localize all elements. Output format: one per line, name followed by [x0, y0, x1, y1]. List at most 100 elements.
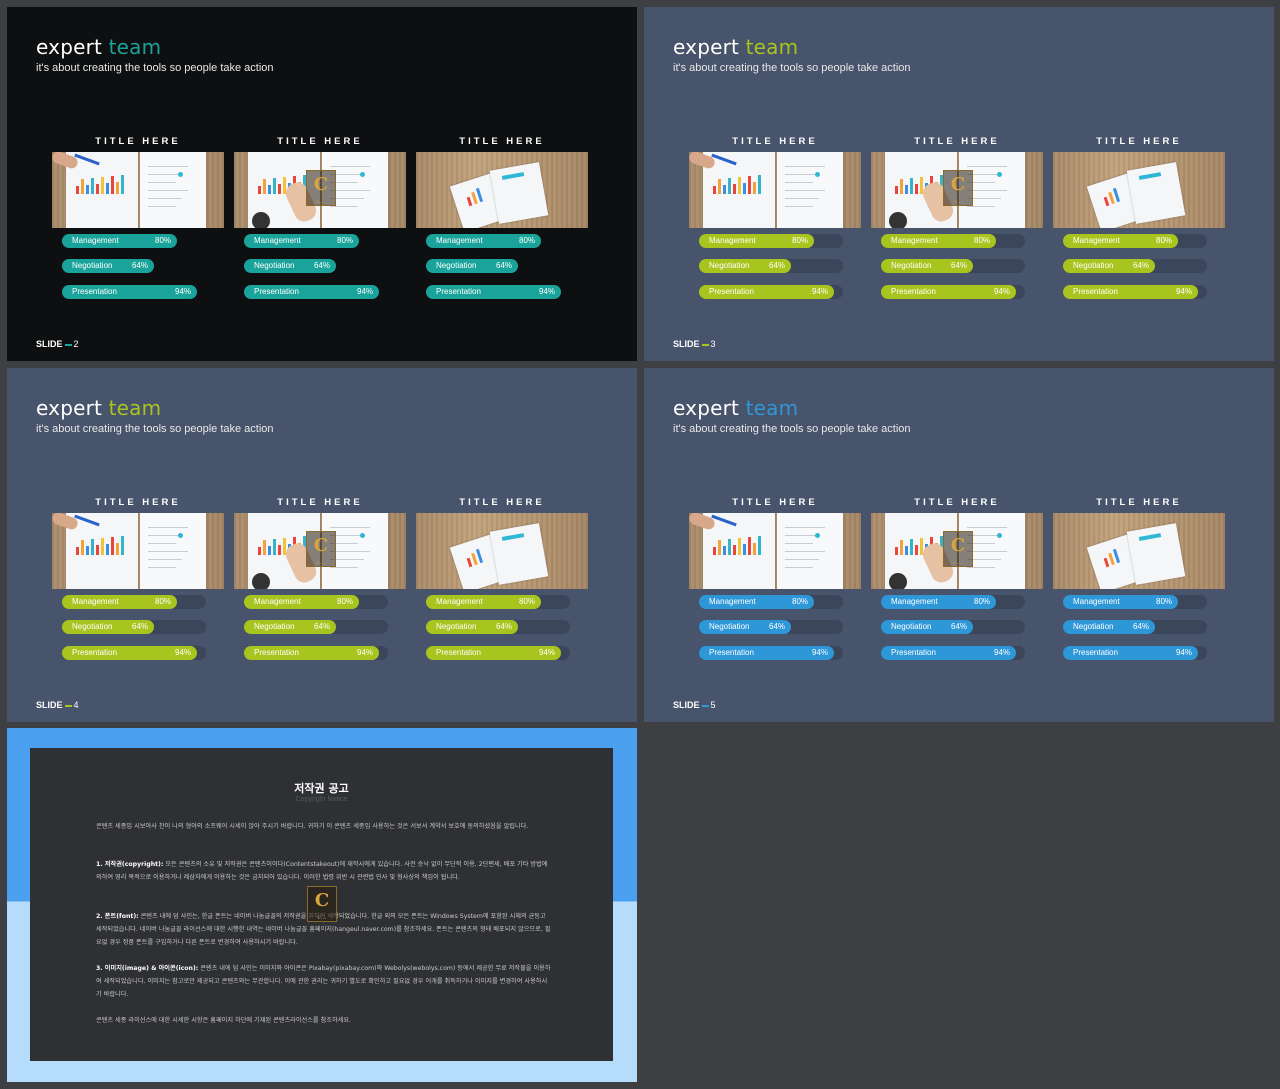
skill-label: Presentation [891, 287, 936, 296]
notice-section-copyright-head: 1. 저작권(copyright): [96, 861, 164, 868]
slide-title-word1: expert [36, 396, 103, 420]
skill-label: Negotiation [254, 261, 295, 270]
notice-title: 저작권 공고 [294, 782, 349, 795]
slide-title-word2: team [108, 396, 162, 420]
skill-label: Management [709, 236, 756, 245]
skill-bar-management: Management 80% [244, 595, 388, 609]
card-title: TITLE HERE [459, 136, 545, 147]
skill-label: Management [72, 236, 119, 245]
skill-bar-negotiation: Negotiation 64% [426, 620, 570, 634]
skill-bar-management: Management 80% [426, 595, 570, 609]
skill-bar-negotiation: Negotiation 64% [62, 620, 206, 634]
skill-bar-negotiation: Negotiation 64% [1063, 259, 1207, 273]
card-photo [1053, 513, 1225, 589]
skill-bar-presentation: Presentation 94% [881, 285, 1025, 299]
skill-bar-presentation: Presentation 94% [244, 646, 388, 660]
card-photo [52, 513, 224, 589]
skill-value: 94% [175, 287, 192, 296]
team-card: TITLE HERE Management 80% Negotiation 64% Pre… [689, 132, 861, 299]
skill-value: 80% [155, 597, 172, 606]
skill-label: Presentation [709, 648, 754, 657]
skill-bar-negotiation: Negotiation 64% [699, 259, 843, 273]
skill-label: Negotiation [709, 622, 750, 631]
skill-value: 94% [812, 648, 829, 657]
skill-label: Presentation [254, 287, 299, 296]
skill-label: Management [1073, 236, 1120, 245]
skill-bar-negotiation: Negotiation 64% [244, 620, 388, 634]
footer-dash [701, 704, 709, 707]
skill-bar-negotiation: Negotiation 64% [62, 259, 206, 273]
slide-title: expert team [36, 396, 161, 420]
skill-value: 64% [496, 261, 513, 270]
slide-title-word1: expert [36, 35, 103, 59]
slide-2: expert team it's about creating the tools… [7, 7, 637, 361]
watermark-caption: C... [316, 560, 326, 565]
watermark-caption: C... [316, 199, 326, 204]
team-card: TITLE HERE Management 80% Negotiation 64% Pre… [1053, 493, 1225, 660]
team-card: TITLE HERE Management 80% Negotiation 64% Pre… [234, 493, 406, 660]
skill-value: 80% [974, 597, 991, 606]
skill-bar-management: Management 80% [1063, 234, 1207, 248]
watermark-logo: C C... [943, 531, 973, 567]
card-title: TITLE HERE [95, 136, 181, 147]
watermark-logo: C C... [307, 886, 337, 922]
notice-section-image-head: 3. 이미지(image) & 아이콘(icon): [96, 965, 199, 972]
skill-bar-management: Management 80% [881, 595, 1025, 609]
skill-bar-presentation: Presentation 94% [699, 285, 843, 299]
copyright-notice-slide: 저작권 공고 Copyright Notice 콘텐츠 세종입 시보아사 찬이 … [7, 728, 637, 1082]
skill-value: 80% [337, 597, 354, 606]
notice-section-copyright-body: 모든 콘텐츠의 소유 및 저작권은 콘텐츠이이다(Contentstakeout… [96, 861, 548, 881]
skill-value: 64% [769, 622, 786, 631]
card-title: TITLE HERE [95, 497, 181, 508]
skill-label: Negotiation [254, 622, 295, 631]
skill-value: 64% [314, 622, 331, 631]
skill-value: 80% [155, 236, 172, 245]
skill-value: 80% [519, 597, 536, 606]
watermark-caption: C... [953, 560, 963, 565]
skill-label: Presentation [254, 648, 299, 657]
card-photo [52, 152, 224, 228]
slide-title: expert team [36, 35, 161, 59]
notice-panel: 저작권 공고 Copyright Notice 콘텐츠 세종입 시보아사 찬이 … [30, 748, 613, 1061]
skill-bar-management: Management 80% [699, 234, 843, 248]
slide-footer-label: SLIDE [673, 700, 700, 710]
slide-footer: SLIDE 4 [36, 700, 79, 710]
skill-bar-presentation: Presentation 94% [1063, 285, 1207, 299]
card-title: TITLE HERE [459, 497, 545, 508]
skill-value: 80% [337, 236, 354, 245]
skill-value: 80% [1156, 597, 1173, 606]
skill-value: 80% [519, 236, 536, 245]
skill-value: 94% [539, 648, 556, 657]
skill-bar-management: Management 80% [1063, 595, 1207, 609]
notice-subtitle: Copyright Notice [295, 796, 348, 803]
footer-dash [64, 343, 72, 346]
skill-value: 94% [175, 648, 192, 657]
skill-bar-negotiation: Negotiation 64% [244, 259, 388, 273]
slide-footer-label: SLIDE [36, 339, 63, 349]
footer-dash [701, 343, 709, 346]
card-photo [689, 513, 861, 589]
skill-label: Negotiation [1073, 261, 1114, 270]
skill-value: 64% [132, 261, 149, 270]
slide-title-word2: team [745, 35, 799, 59]
skill-label: Negotiation [1073, 622, 1114, 631]
watermark-logo: C C... [943, 170, 973, 206]
skill-value: 94% [539, 287, 556, 296]
skill-value: 64% [132, 622, 149, 631]
skill-label: Management [709, 597, 756, 606]
notice-section-font-head: 2. 폰트(font): [96, 913, 139, 920]
skill-label: Presentation [72, 648, 117, 657]
skill-value: 94% [812, 287, 829, 296]
slide-number: 3 [710, 339, 716, 349]
skill-value: 64% [314, 261, 331, 270]
skill-bar-negotiation: Negotiation 64% [881, 259, 1025, 273]
skill-bar-presentation: Presentation 94% [426, 285, 570, 299]
skill-value: 94% [994, 287, 1011, 296]
skill-label: Presentation [709, 287, 754, 296]
skill-bar-presentation: Presentation 94% [881, 646, 1025, 660]
team-card: TITLE HERE Management 80% Negotiation 64% Pre… [416, 132, 588, 299]
skill-label: Negotiation [436, 622, 477, 631]
skill-bar-management: Management 80% [62, 595, 206, 609]
card-photo [689, 152, 861, 228]
skill-value: 80% [792, 597, 809, 606]
